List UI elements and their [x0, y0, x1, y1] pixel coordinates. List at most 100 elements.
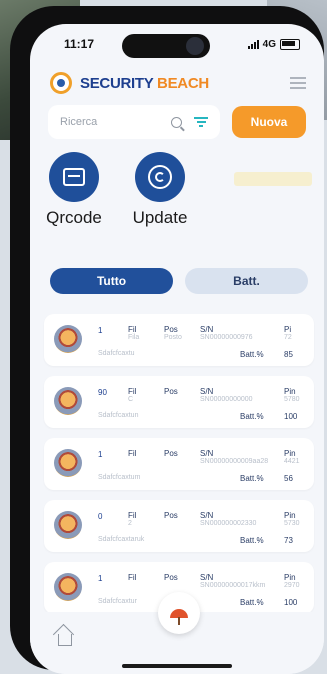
dynamic-island: [122, 34, 210, 58]
list-item[interactable]: 90 Fil C Pos S/N SN00000000000 Pin 5780 …: [44, 376, 314, 428]
sn-value: SN000000002330: [200, 520, 257, 527]
pos-label: Pos: [164, 573, 178, 582]
status-time: 11:17: [64, 37, 95, 51]
item-subtitle: Sdafcfcaxtum: [98, 474, 141, 481]
battery-value: 100: [284, 598, 298, 607]
network-label: 4G: [262, 38, 276, 50]
fil-label: Fil: [128, 573, 137, 582]
sn-label: S/N: [200, 325, 214, 334]
battery-value: 73: [284, 536, 293, 545]
battery-label: Batt.%: [240, 350, 264, 359]
brand-part1: SECURITY: [80, 74, 154, 92]
beach-avatar-icon: [54, 325, 82, 353]
signal-icon: [247, 39, 259, 49]
pos-label: Pos: [164, 387, 178, 396]
fil-value: Fila: [128, 334, 140, 341]
qrcode-scan-icon[interactable]: [49, 152, 99, 202]
search-icon[interactable]: [171, 116, 182, 128]
notice-bar: [234, 172, 312, 186]
brand-title: SECURITY BEACH: [80, 75, 209, 92]
phone-frame: 11:17 4G SECURITY BEACH Ricerca Nuova Qr…: [10, 6, 324, 674]
sn-label: S/N: [200, 387, 214, 396]
beach-avatar-icon: [54, 387, 82, 415]
pin-value: 4421: [284, 458, 300, 465]
brand-part2: BEACH: [157, 74, 209, 92]
qrcode-action[interactable]: Qrcode: [38, 152, 110, 228]
pos-value: Posto: [164, 334, 182, 341]
pin-label: Pi: [284, 325, 292, 334]
battery-value: 56: [284, 474, 293, 483]
home-indicator: [122, 664, 232, 668]
filter-icon[interactable]: [194, 117, 208, 127]
camera-icon: [186, 37, 204, 55]
pin-label: Pin: [284, 387, 296, 396]
item-number: 1: [98, 450, 103, 459]
battery-label: Batt.%: [240, 474, 264, 483]
beach-avatar-icon: [54, 449, 82, 477]
battery-icon: [280, 38, 300, 50]
battery-label: Batt.%: [240, 598, 264, 607]
item-subtitle: Sdafcfcaxtun: [98, 412, 139, 419]
fil-label: Fil: [128, 449, 137, 458]
fil-label: Fil: [128, 511, 137, 520]
beach-avatar-icon: [54, 573, 82, 601]
hamburger-menu-icon[interactable]: [290, 77, 306, 89]
umbrella-icon: [170, 608, 188, 625]
item-subtitle: Sdafcfcaxtaruk: [98, 536, 145, 543]
battery-label: Batt.%: [240, 412, 264, 421]
quick-actions: Qrcode Update: [38, 152, 312, 232]
list-item[interactable]: 0 Fil 2 Pos S/N SN000000002330 Pin 5730 …: [44, 500, 314, 552]
pin-value: 5730: [284, 520, 300, 527]
status-indicators: 4G: [247, 38, 300, 50]
pin-label: Pin: [284, 511, 296, 520]
update-label: Update: [132, 208, 188, 227]
home-icon[interactable]: [58, 634, 72, 646]
search-row: Ricerca Nuova: [48, 104, 306, 140]
update-action[interactable]: Update: [124, 152, 196, 228]
sn-label: S/N: [200, 511, 214, 520]
item-subtitle: Sdafcfcaxtur: [98, 598, 137, 605]
item-subtitle: Sdafcfcaxtu: [98, 350, 135, 357]
pin-value: 2970: [284, 582, 300, 589]
item-number: 1: [98, 574, 103, 583]
sn-value: SN00000000009aa28: [200, 458, 269, 465]
item-number: 1: [98, 326, 103, 335]
sn-value: SN00000000017kkm: [200, 582, 266, 589]
fil-label: Fil: [128, 387, 137, 396]
beach-fab-button[interactable]: [158, 592, 200, 634]
battery-label: Batt.%: [240, 536, 264, 545]
search-input[interactable]: Ricerca: [48, 105, 220, 139]
pos-label: Pos: [164, 511, 178, 520]
logo-icon: [50, 72, 72, 94]
sn-value: SN00000000000: [200, 396, 253, 403]
sn-label: S/N: [200, 573, 214, 582]
list-item[interactable]: 1 Fil Pos S/N SN00000000009aa28 Pin 4421…: [44, 438, 314, 490]
pos-label: Pos: [164, 449, 178, 458]
pin-label: Pin: [284, 449, 296, 458]
new-button[interactable]: Nuova: [232, 106, 306, 138]
pin-value: 5780: [284, 396, 300, 403]
search-placeholder: Ricerca: [60, 116, 98, 128]
filter-tabs: Tutto Batt.: [50, 268, 308, 294]
fil-value: 2: [128, 520, 132, 527]
pin-value: 72: [284, 334, 292, 341]
tab-tutto[interactable]: Tutto: [50, 268, 173, 294]
pin-label: Pin: [284, 573, 296, 582]
sn-value: SN00000000976: [200, 334, 253, 341]
device-list: 1 Fil Fila Pos Posto S/N SN00000000976 P…: [44, 314, 314, 624]
list-item[interactable]: 1 Fil Fila Pos Posto S/N SN00000000976 P…: [44, 314, 314, 366]
app-header: SECURITY BEACH: [50, 68, 306, 98]
item-number: 90: [98, 388, 107, 397]
bottom-nav: [30, 592, 324, 674]
battery-value: 100: [284, 412, 298, 421]
qrcode-label: Qrcode: [46, 208, 102, 227]
battery-value: 85: [284, 350, 293, 359]
beach-avatar-icon: [54, 511, 82, 539]
pos-label: Pos: [164, 325, 178, 334]
sn-label: S/N: [200, 449, 214, 458]
tab-batt[interactable]: Batt.: [185, 268, 308, 294]
fil-value: C: [128, 396, 134, 403]
app-screen: 11:17 4G SECURITY BEACH Ricerca Nuova Qr…: [30, 24, 324, 674]
item-number: 0: [98, 512, 103, 521]
update-icon[interactable]: [135, 152, 185, 202]
